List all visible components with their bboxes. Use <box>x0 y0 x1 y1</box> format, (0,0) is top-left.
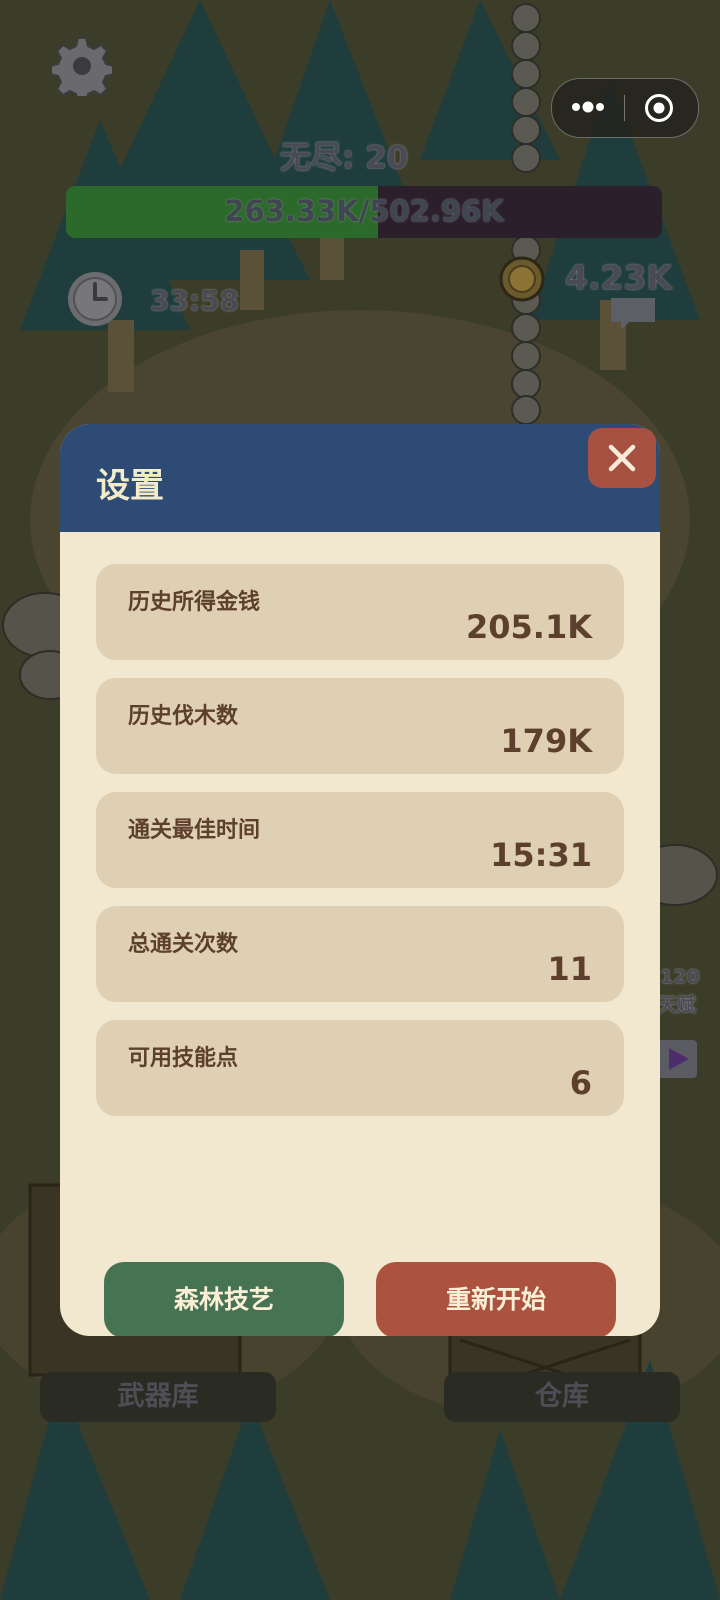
armory-button[interactable]: 武器库 <box>40 1372 276 1422</box>
modal-title: 设置 <box>96 466 164 506</box>
stat-card-skill-points: 可用技能点 6 <box>96 1020 624 1116</box>
stat-value: 11 <box>547 950 592 988</box>
stat-card-best-time: 通关最佳时间 15:31 <box>96 792 624 888</box>
stat-label: 通关最佳时间 <box>128 818 261 843</box>
settings-modal: 设置 历史所得金钱 205.1K 历史伐木数 179K 通关最佳时间 15:31… <box>60 424 660 1336</box>
stat-card-total-clears: 总通关次数 11 <box>96 906 624 1002</box>
endless-mode-label: 无尽: 20 <box>280 140 409 176</box>
more-dots-icon[interactable] <box>570 93 606 121</box>
close-icon <box>608 444 636 472</box>
video-ad-icon[interactable] <box>657 1038 697 1084</box>
coin-count: 4.23K <box>565 258 672 297</box>
stat-value: 205.1K <box>465 608 592 646</box>
close-button[interactable] <box>588 428 656 488</box>
stat-label: 可用技能点 <box>128 1046 239 1071</box>
stat-label: 历史所得金钱 <box>128 590 261 615</box>
gear-icon[interactable] <box>52 36 112 96</box>
tree-health-bar: 263.33K/502.96K <box>66 186 662 238</box>
stat-label: 总通关次数 <box>128 932 239 957</box>
stat-value: 15:31 <box>490 836 592 874</box>
modal-header: 设置 <box>60 424 660 532</box>
tree-health-text: 263.33K/502.96K <box>224 194 504 228</box>
talent-count: 120 <box>660 966 700 988</box>
restart-button[interactable]: 重新开始 <box>376 1262 616 1336</box>
warehouse-button[interactable]: 仓库 <box>444 1372 680 1422</box>
stat-label: 历史伐木数 <box>128 704 239 729</box>
miniprogram-capsule <box>551 78 699 138</box>
stat-card-total-money: 历史所得金钱 205.1K <box>96 564 624 660</box>
stat-card-trees-felled: 历史伐木数 179K <box>96 678 624 774</box>
chat-icon[interactable] <box>609 296 657 332</box>
coin-icon <box>499 256 545 302</box>
talent-label: 天赋 <box>658 994 697 1016</box>
stat-value: 179K <box>500 722 592 760</box>
forest-skill-button[interactable]: 森林技艺 <box>104 1262 344 1336</box>
clock-icon <box>68 272 122 326</box>
stat-value: 6 <box>569 1064 592 1102</box>
elapsed-timer: 33:58 <box>150 284 240 317</box>
target-circle-icon[interactable] <box>644 93 674 123</box>
capsule-divider <box>624 95 625 121</box>
